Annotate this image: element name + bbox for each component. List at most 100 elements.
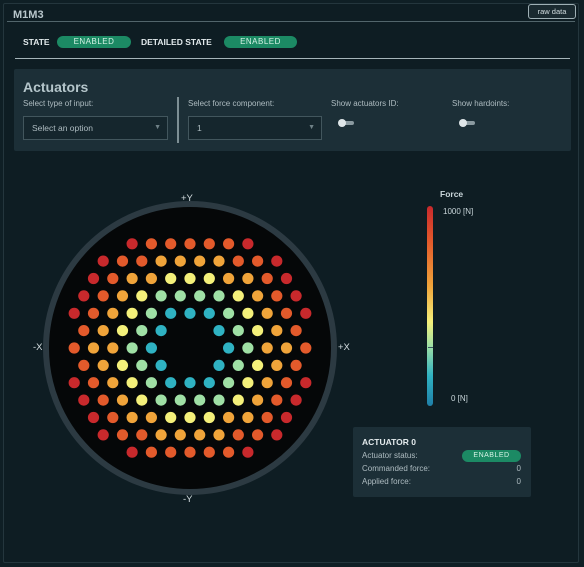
actuator-dot[interactable] [203,411,215,424]
actuator-dot[interactable] [155,359,167,371]
actuator-dot[interactable] [252,255,264,267]
actuator-dot[interactable] [290,359,302,371]
actuator-dot[interactable] [232,429,244,441]
actuator-dot[interactable] [252,325,264,337]
actuator-dot[interactable] [300,377,312,389]
actuator-dot[interactable] [97,429,109,441]
actuator-dot[interactable] [242,272,254,285]
actuator-dot[interactable] [261,272,273,285]
actuator-dot[interactable] [116,429,129,441]
actuator-dot[interactable] [223,272,235,285]
actuator-dot[interactable] [184,377,196,389]
actuator-dot[interactable] [184,272,196,285]
actuator-dot[interactable] [145,411,157,424]
actuator-dot[interactable] [194,429,206,441]
actuator-dot[interactable] [300,342,312,354]
actuator-dot[interactable] [78,359,90,371]
actuator-dot[interactable] [136,255,148,267]
actuator-dot[interactable] [87,411,100,424]
actuator-dot[interactable] [155,325,167,337]
actuator-dot[interactable] [223,238,235,250]
actuator-dot[interactable] [261,411,273,424]
actuator-dot[interactable] [87,272,100,285]
actuator-dot[interactable] [107,272,119,285]
actuator-dot[interactable] [165,238,177,250]
actuator-dot[interactable] [213,429,225,441]
actuator-dot[interactable] [97,290,109,302]
actuator-dot[interactable] [223,307,235,319]
actuator-dot[interactable] [87,377,100,389]
actuator-dot[interactable] [145,377,157,389]
actuator-dot[interactable] [280,307,293,319]
actuator-dot[interactable] [252,359,264,371]
actuator-dot[interactable] [165,411,177,424]
actuator-dot[interactable] [242,377,254,389]
actuator-dot[interactable] [261,342,273,354]
actuator-dot[interactable] [155,429,167,441]
actuator-dot[interactable] [174,429,186,441]
actuator-dot[interactable] [213,255,225,267]
actuator-dot[interactable] [184,238,196,250]
actuator-dot[interactable] [107,342,119,354]
actuator-dot[interactable] [126,238,138,250]
actuator-dot[interactable] [165,307,177,319]
actuator-dot[interactable] [232,290,244,302]
actuator-dot[interactable] [213,290,225,302]
actuator-dot[interactable] [155,394,167,406]
actuator-dot[interactable] [271,394,283,406]
actuator-dot[interactable] [232,359,244,371]
actuator-dot[interactable] [213,394,225,406]
actuator-dot[interactable] [174,255,186,267]
actuator-dot[interactable] [223,411,235,424]
actuator-dot[interactable] [194,255,206,267]
actuator-dot[interactable] [116,255,129,267]
actuator-dot[interactable] [232,255,244,267]
actuator-dot[interactable] [213,359,225,371]
actuator-dot[interactable] [78,394,90,406]
actuator-dot[interactable] [271,359,283,371]
actuator-dot[interactable] [271,290,283,302]
actuator-dot[interactable] [280,411,293,424]
actuator-dot[interactable] [155,255,167,267]
actuator-dot[interactable] [116,394,129,406]
actuator-dot[interactable] [97,255,109,267]
actuator-dot[interactable] [97,359,109,371]
actuator-dot[interactable] [116,290,129,302]
actuator-dot[interactable] [97,394,109,406]
actuator-dot[interactable] [136,359,148,371]
actuator-dot[interactable] [203,377,215,389]
actuator-dot[interactable] [203,238,215,250]
actuator-dot[interactable] [78,325,90,337]
actuator-dot[interactable] [271,429,283,441]
actuator-dot[interactable] [68,342,80,354]
actuator-dot[interactable] [203,307,215,319]
actuator-dot[interactable] [116,325,129,337]
actuator-dot[interactable] [126,342,138,354]
actuator-dot[interactable] [194,394,206,406]
actuator-dot[interactable] [242,307,254,319]
actuator-dot[interactable] [232,394,244,406]
actuator-dot[interactable] [252,394,264,406]
actuator-dot[interactable] [116,359,129,371]
actuator-dot[interactable] [145,342,157,354]
actuator-dot[interactable] [155,290,167,302]
actuator-dot[interactable] [136,290,148,302]
actuator-dot[interactable] [223,446,235,458]
actuator-dot[interactable] [184,307,196,319]
actuator-dot[interactable] [203,446,215,458]
actuator-dot[interactable] [107,307,119,319]
actuator-dot[interactable] [165,446,177,458]
actuator-dot[interactable] [280,377,293,389]
actuator-dot[interactable] [223,342,235,354]
actuator-dot[interactable] [145,446,157,458]
actuator-dot[interactable] [136,394,148,406]
actuator-dot[interactable] [194,290,206,302]
actuator-dot[interactable] [107,411,119,424]
actuator-dot[interactable] [290,325,302,337]
actuator-dot[interactable] [300,307,312,319]
actuator-dot[interactable] [126,411,138,424]
actuator-dot[interactable] [232,325,244,337]
actuator-dot[interactable] [261,307,273,319]
actuator-dot[interactable] [203,272,215,285]
actuator-dot[interactable] [290,394,302,406]
